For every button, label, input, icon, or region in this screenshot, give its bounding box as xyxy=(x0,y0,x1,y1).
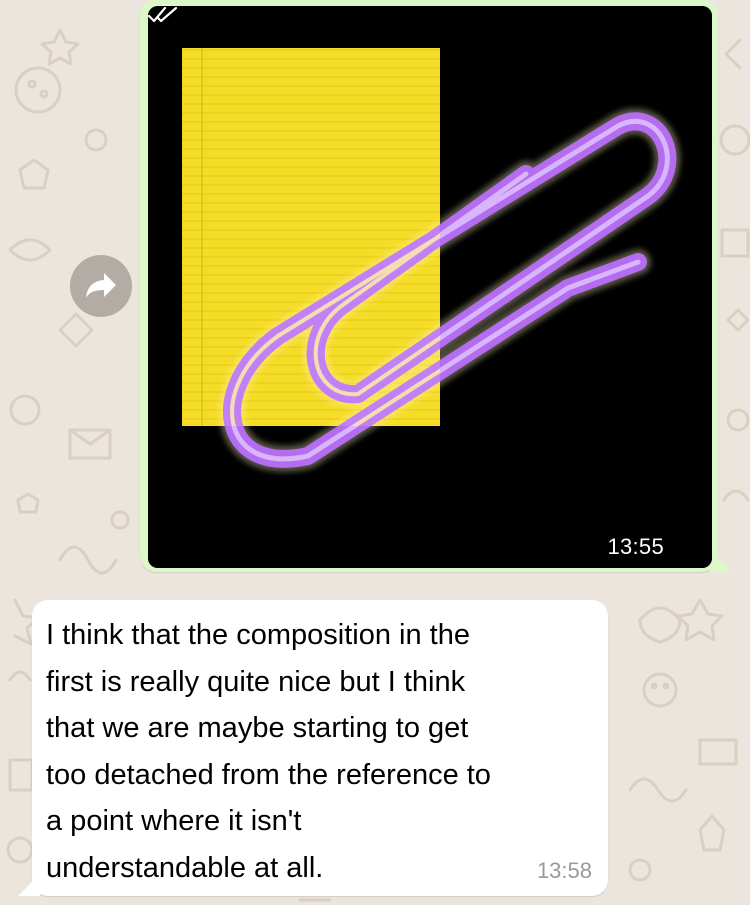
message-image[interactable]: 13:55 xyxy=(148,6,712,568)
outgoing-message-bubble[interactable]: 13:55 xyxy=(140,0,732,572)
forward-arrow-icon xyxy=(86,273,116,298)
bubble-tail xyxy=(18,874,40,896)
message-time: 13:58 xyxy=(536,858,592,883)
forward-button[interactable] xyxy=(70,255,132,317)
paperclip-artwork xyxy=(148,6,712,568)
message-text: I think that the composition in the firs… xyxy=(46,619,491,884)
double-check-icon xyxy=(148,6,178,23)
incoming-message-bubble[interactable]: I think that the composition in the firs… xyxy=(18,600,608,896)
bubble-tail xyxy=(710,550,732,572)
message-time: 13:55 xyxy=(607,534,664,559)
